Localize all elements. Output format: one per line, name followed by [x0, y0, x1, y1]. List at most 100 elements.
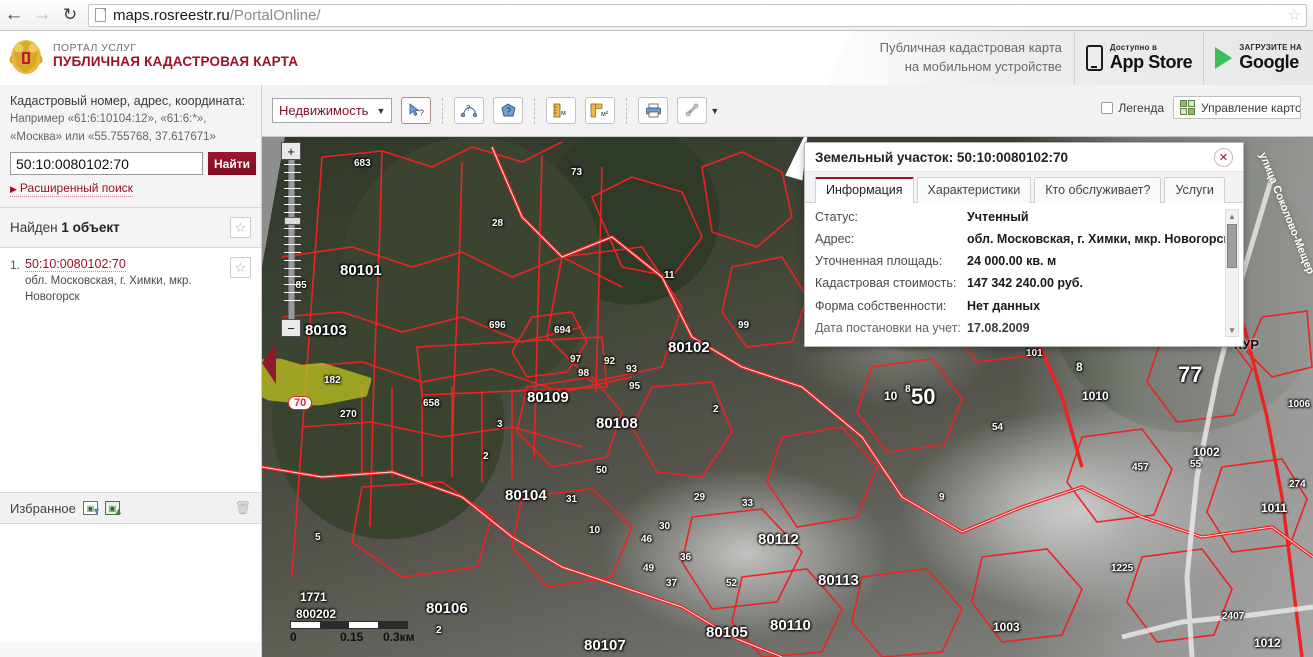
scroll-down-arrow-icon[interactable]: ▼ [1226, 324, 1238, 336]
scale-label-min: 0 [290, 630, 297, 644]
scrollbar-thumb[interactable] [1227, 224, 1237, 268]
tab-1[interactable]: Характеристики [916, 177, 1032, 203]
popup-scrollbar[interactable]: ▲ ▼ [1225, 209, 1239, 337]
result-index: 1. [10, 258, 21, 273]
back-arrow-icon[interactable]: ← [0, 1, 28, 29]
star-icon[interactable]: ☆ [1288, 7, 1301, 24]
zoom-in-button[interactable]: + [281, 142, 301, 160]
mobile-promo-text: Публичная кадастровая карта на мобильном… [860, 31, 1074, 85]
chevron-down-icon[interactable]: ▼ [710, 106, 719, 116]
zoom-out-button[interactable]: − [281, 319, 301, 337]
legend-checkbox[interactable]: Легенда [1101, 101, 1164, 115]
app-store-name: App Store [1109, 51, 1193, 72]
popup-rows: Статус: Учтенный Адрес: обл. Московская, г.… [815, 210, 1233, 335]
site-header: ПОРТАЛ УСЛУГ ПУБЛИЧНАЯ КАДАСТРОВАЯ КАРТА… [0, 31, 1313, 85]
mobile-promo-line1: Публичная кадастровая карта [879, 40, 1062, 56]
add-to-favorites-button[interactable]: ☆ [230, 257, 251, 279]
svg-text:?: ? [466, 104, 471, 113]
tab-2[interactable]: Кто обслуживает? [1034, 177, 1162, 203]
layers-icon [1180, 100, 1195, 115]
forward-arrow-icon[interactable]: → [28, 1, 56, 29]
toolbar-separator [534, 97, 536, 124]
polygon-query-tool[interactable]: ? [493, 97, 524, 124]
google-play-name: Google [1239, 51, 1299, 72]
popup-tabs: Информация Характеристики Кто обслуживает?… [805, 172, 1243, 203]
info-row-value: 24 000.00 кв. м [967, 254, 1057, 269]
arrow-up-icon: ▲ [113, 506, 123, 517]
info-row-key: Уточненная площадь: [815, 254, 943, 269]
page-document-icon [95, 8, 106, 22]
info-row-key: Статус: [815, 210, 858, 224]
info-row: Уточненная площадь: 24 000.00 кв. м [815, 255, 1233, 268]
browser-toolbar: ← → ↻ maps.rosreestr.ru/PortalOnline/ ☆ [0, 0, 1313, 31]
info-row: Дата постановки на учет: 17.08.2009 [815, 321, 1233, 335]
link-tool[interactable] [677, 97, 708, 124]
search-input[interactable] [10, 152, 203, 176]
google-play-badge[interactable]: ЗАГРУЗИТЕ НА Google [1203, 31, 1313, 85]
measure-length-tool[interactable]: м [546, 97, 577, 124]
search-label: Кадастровый номер, адрес, координата: [10, 94, 246, 108]
layer-select-value: Недвижимость [279, 103, 369, 118]
map-options-bar: Легенда Управление картой [1101, 96, 1301, 119]
link-icon [685, 103, 699, 117]
search-panel: Кадастровый номер, адрес, координата: На… [0, 85, 261, 209]
address-bar[interactable]: maps.rosreestr.ru/PortalOnline/ ☆ [88, 3, 1307, 27]
svg-text:м: м [561, 110, 566, 117]
info-row: Статус: Учтенный [815, 210, 1233, 224]
results-header: Найден 1 объект ☆ [0, 208, 261, 249]
app-store-badge[interactable]: Доступно в App Store [1073, 31, 1203, 85]
info-row: Адрес: обл. Московская, г. Химки, мкр. Но… [815, 232, 1233, 247]
svg-text:?: ? [506, 106, 511, 116]
info-row-key: Кадастровая стоимость: [815, 276, 957, 291]
results-list: 1. 50:10:0080102:70 обл. Московская, г. … [0, 248, 261, 493]
favorites-title: Избранное [10, 500, 76, 516]
search-hint-line1: Например «61:6:10104:12», «61:6:*», [10, 112, 207, 125]
advanced-search-link[interactable]: ▶ Расширенный поиск [10, 181, 133, 198]
selected-parcel-label: 70 [288, 396, 313, 410]
ruler-area-icon: м² [591, 103, 609, 118]
printer-icon [645, 103, 661, 118]
tab-0[interactable]: Информация [815, 177, 914, 203]
info-row-value: 147 342 240.00 руб. [967, 276, 1083, 291]
close-icon[interactable]: ✕ [1214, 147, 1233, 167]
results-count-text: Найден 1 объект [10, 220, 120, 235]
zoom-control: + − [281, 142, 301, 337]
map-control-label: Управление картой [1201, 100, 1301, 115]
brand-block: ПОРТАЛ УСЛУГ ПУБЛИЧНАЯ КАДАСТРОВАЯ КАРТА [8, 36, 298, 76]
sidebar-collapse-handle[interactable] [262, 342, 276, 384]
print-tool[interactable] [638, 97, 669, 124]
excel-import-icon[interactable]: ▣ ▼ [82, 501, 101, 516]
zoom-slider-thumb[interactable] [283, 217, 301, 225]
url-path: /PortalOnline/ [229, 6, 321, 24]
header-promo-block: Публичная кадастровая карта на мобильном… [819, 31, 1313, 85]
portal-subtitle: ПОРТАЛ УСЛУГ [53, 42, 137, 55]
scroll-up-arrow-icon[interactable]: ▲ [1226, 210, 1238, 222]
reload-icon[interactable]: ↻ [56, 1, 84, 29]
brand-text: ПОРТАЛ УСЛУГ ПУБЛИЧНАЯ КАДАСТРОВАЯ КАРТА [53, 42, 298, 70]
trash-icon[interactable]: 🗑 [234, 500, 251, 516]
map-control-button[interactable]: Управление картой [1173, 96, 1301, 119]
zoom-slider-track[interactable] [283, 160, 301, 319]
page-title: ПУБЛИЧНАЯ КАДАСТРОВАЯ КАРТА [53, 54, 299, 70]
result-cadastral-number[interactable]: 50:10:0080102:70 [25, 257, 126, 273]
star-icon: ☆ [234, 259, 247, 275]
info-row-value: обл. Московская, г. Химки, мкр. Новогорс… [967, 232, 1230, 247]
parcel-info-popup: Земельный участок: 50:10:0080102:70 ✕ Ин… [804, 142, 1244, 347]
add-all-to-favorites-button[interactable]: ☆ [230, 217, 251, 239]
measure-area-tool[interactable]: м² [585, 97, 616, 124]
polyline-query-tool[interactable]: ? [454, 97, 485, 124]
favorites-header: Избранное ▣ ▼ ▣ ▲ 🗑 [0, 492, 261, 525]
select-tool[interactable]: ? [401, 97, 432, 124]
search-button[interactable]: Найти [208, 152, 256, 176]
excel-export-icon[interactable]: ▣ ▲ [104, 501, 123, 517]
triangle-right-icon: ▶ [10, 184, 17, 195]
cursor-question-icon: ? [409, 103, 424, 118]
scale-label-max: 0.3км [383, 630, 415, 644]
ruler-meter-icon: м [553, 103, 566, 118]
layer-select[interactable]: Недвижимость ▼ [272, 98, 393, 123]
zoom-ticks [283, 164, 301, 308]
results-count: 1 объект [61, 220, 120, 236]
info-row: Форма собственности: Нет данных [815, 299, 1233, 313]
list-item[interactable]: 1. 50:10:0080102:70 обл. Московская, г. … [10, 257, 251, 305]
tab-3[interactable]: Услуги [1164, 177, 1225, 203]
